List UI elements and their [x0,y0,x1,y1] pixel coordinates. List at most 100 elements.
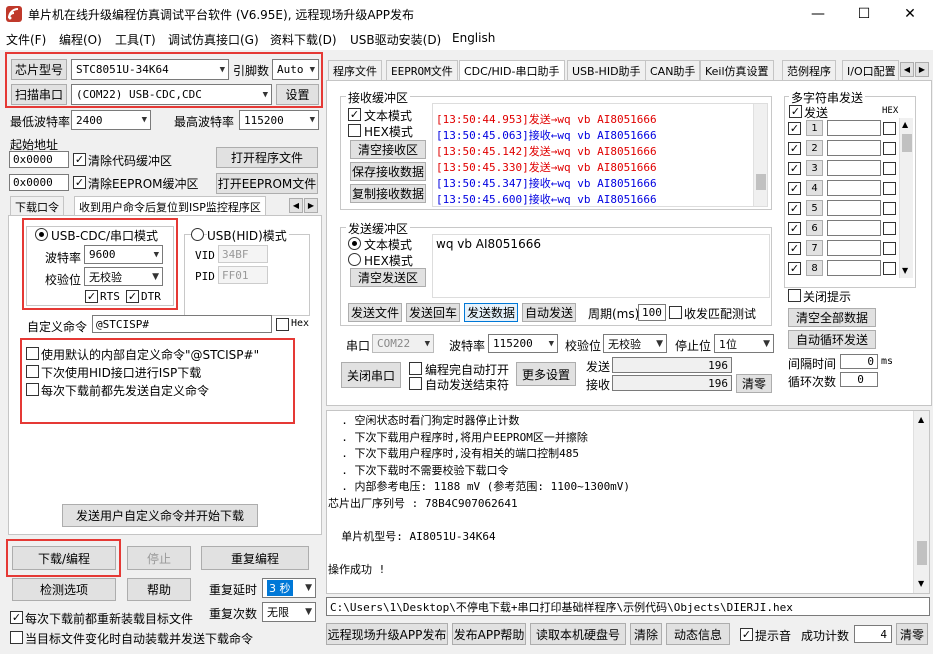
multi-row-send-button[interactable]: 7 [806,240,823,256]
max-baud-select[interactable]: 115200 ▼ [239,110,319,130]
download-program-button[interactable]: 下载/编程 [12,546,116,570]
scroll-up-icon[interactable]: ▲ [918,415,924,424]
scroll-down-icon[interactable]: ▼ [902,266,908,275]
publish-app-button[interactable]: 远程现场升级APP发布 [326,623,448,645]
clear-all-data-button[interactable]: 清空全部数据 [788,308,876,327]
log-output[interactable]: . 空闲状态时看门狗定时器停止计数 . 下次下载用户程序时,将用户EEPROM区… [326,410,930,594]
multi-row-hex-checkbox[interactable] [883,262,896,275]
send-text-mode-radio[interactable] [348,237,361,250]
multi-row-send-checkbox[interactable]: ✓ [788,202,801,215]
send-hex-mode-radio[interactable] [348,253,361,266]
save-receive-button[interactable]: 保存接收数据 [350,162,426,181]
menu-english[interactable]: English [452,31,495,45]
multi-row-text-field[interactable] [827,180,881,196]
multi-row-send-button[interactable]: 2 [806,140,823,156]
log-scrollbar[interactable]: ▲ ▼ [913,411,929,593]
auto-loop-send-button[interactable]: 自动循环发送 [788,330,876,349]
rts-checkbox[interactable]: ✓ [85,290,98,303]
log-scroll-thumb[interactable] [917,541,927,565]
stop-button[interactable]: 停止 [127,546,191,570]
clear-log-button[interactable]: 清除 [630,623,662,645]
multi-row-text-field[interactable] [827,120,881,136]
tab-download-password[interactable]: 下载口令 [10,196,64,216]
scroll-up-icon[interactable]: ▲ [902,120,908,129]
min-baud-select[interactable]: 2400 ▼ [71,110,151,130]
loop-count-field[interactable]: 0 [840,372,878,387]
clear-send-button[interactable]: 清空发送区 [350,268,426,287]
clear-counter-button[interactable]: 清零 [736,374,772,393]
menu-usb-driver[interactable]: USB驱动安装(D) [350,31,441,48]
maximize-button[interactable]: ☐ [841,0,887,28]
multi-row-text-field[interactable] [827,200,881,216]
multi-row-send-checkbox[interactable]: ✓ [788,222,801,235]
multi-row-hex-checkbox[interactable] [883,202,896,215]
settings-button[interactable]: 设置 [276,84,319,105]
tabs-scroll-left-icon[interactable]: ◀ [900,62,914,77]
reload-checkbox[interactable]: ✓ [10,611,23,624]
minimize-button[interactable]: — [795,0,841,28]
multi-row-hex-checkbox[interactable] [883,122,896,135]
multi-row-text-field[interactable] [827,260,881,276]
multi-row-send-button[interactable]: 5 [806,200,823,216]
send-enter-button[interactable]: 发送回车 [406,303,460,322]
send-data-button[interactable]: 发送数据 [464,303,518,322]
loopback-checkbox[interactable] [669,306,682,319]
tabs-scroll-right-icon[interactable]: ▶ [915,62,929,77]
dtr-checkbox[interactable]: ✓ [126,290,139,303]
open-program-file-button[interactable]: 打开程序文件 [216,147,318,168]
tab-scroll-right-icon[interactable]: ▶ [304,198,318,213]
menu-download[interactable]: 资料下载(D) [270,31,337,48]
multi-row-send-checkbox[interactable]: ✓ [788,122,801,135]
multi-row-hex-checkbox[interactable] [883,162,896,175]
copy-receive-button[interactable]: 复制接收数据 [350,184,426,203]
more-settings-button[interactable]: 更多设置 [516,362,576,386]
receive-textarea[interactable]: [13:50:44.953]发送→wq vb AI8051666 [13:50:4… [432,103,768,207]
multi-scrollbar[interactable]: ▲ ▼ [899,118,913,278]
send-file-button[interactable]: 发送文件 [348,303,402,322]
send-custom-command-button[interactable]: 发送用户自定义命令并开始下载 [62,504,258,527]
scan-port-button[interactable]: 扫描串口 [11,84,67,105]
pin-count-select[interactable]: Auto ▼ [272,59,319,80]
read-disk-id-button[interactable]: 读取本机硬盘号 [530,623,626,645]
port-select[interactable]: (COM22) USB-CDC,CDC ▼ [71,84,272,105]
clear-eeprom-checkbox[interactable]: ✓ [73,176,86,189]
recv-text-mode-checkbox[interactable]: ✓ [348,108,361,121]
tab-program-file[interactable]: 程序文件 [328,60,382,80]
serial-baud-select[interactable]: 115200 ▼ [488,334,558,353]
scroll-down-icon[interactable]: ▼ [918,579,924,588]
open-eeprom-file-button[interactable]: 打开EEPROM文件 [216,173,318,194]
tab-can[interactable]: CAN助手 [645,60,701,80]
multi-row-text-field[interactable] [827,140,881,156]
usb-cdc-radio[interactable] [35,228,48,241]
tab-keil-sim[interactable]: Keil仿真设置 [700,60,774,80]
multi-row-send-checkbox[interactable]: ✓ [788,162,801,175]
serial-parity-select[interactable]: 无校验 ▼ [603,334,667,353]
tab-usb-hid[interactable]: USB-HID助手 [567,60,646,80]
multi-row-send-button[interactable]: 3 [806,160,823,176]
eeprom-address-field[interactable]: 0x0000 [9,174,69,191]
close-button[interactable]: ✕ [887,0,933,28]
close-port-button[interactable]: 关闭串口 [341,362,401,388]
multi-row-send-checkbox[interactable]: ✓ [788,262,801,275]
menu-program[interactable]: 编程(O) [59,31,102,48]
auto-open-checkbox[interactable] [409,362,422,375]
auto-stop-checkbox[interactable] [409,377,422,390]
code-address-field[interactable]: 0x0000 [9,151,69,168]
clear-receive-button[interactable]: 清空接收区 [350,140,426,159]
default-command-checkbox[interactable] [26,347,39,360]
multi-row-send-checkbox[interactable]: ✓ [788,242,801,255]
beep-checkbox[interactable]: ✓ [740,628,753,641]
repeat-program-button[interactable]: 重复编程 [201,546,309,570]
serial-port-select[interactable]: COM22 ▼ [372,334,434,353]
multi-row-hex-checkbox[interactable] [883,222,896,235]
period-field[interactable]: 100 [638,304,666,321]
dynamic-info-button[interactable]: 动态信息 [666,623,730,645]
close-hint-checkbox[interactable] [788,289,801,302]
multi-row-send-checkbox[interactable]: ✓ [788,182,801,195]
tab-io-config[interactable]: I/O口配置 [842,60,899,80]
multi-row-text-field[interactable] [827,220,881,236]
clear-code-checkbox[interactable]: ✓ [73,153,86,166]
pid-field[interactable]: FF01 [218,266,268,284]
tab-examples[interactable]: 范例程序 [782,60,836,80]
help-button[interactable]: 帮助 [127,578,191,601]
